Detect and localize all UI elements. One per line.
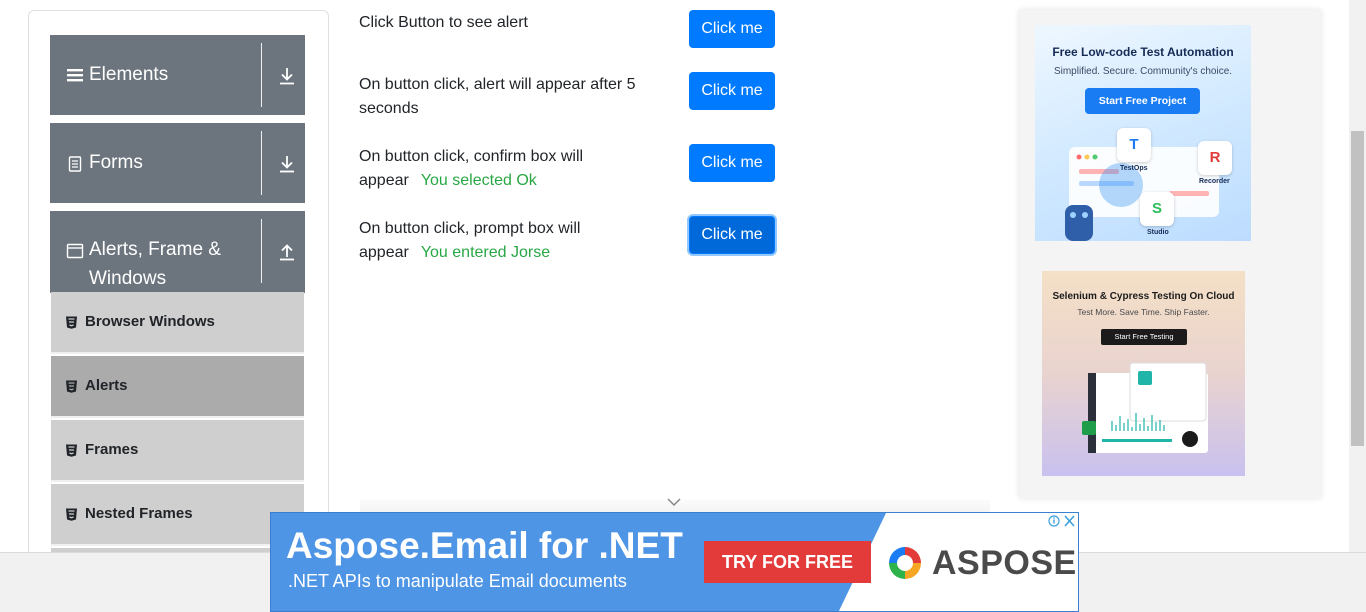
chevron-down-icon[interactable] [667, 497, 681, 507]
recorder-tile: R [1198, 141, 1232, 175]
prompt-result: You entered Jorse [420, 244, 551, 261]
sidebar-card: Elements Forms Alerts, Frame & Windows B… [28, 10, 329, 570]
prompt-button[interactable]: Click me [689, 216, 775, 254]
row-text-line: appear [359, 172, 409, 189]
upload-arrow-icon[interactable] [277, 242, 297, 262]
lambdatest-ad[interactable]: Selenium & Cypress Testing On Cloud Test… [1042, 271, 1245, 476]
html5-icon [66, 316, 77, 329]
row-text-line: On button click, confirm box will [359, 148, 584, 165]
group-divider [261, 43, 262, 107]
row-text-line: On button click, alert will appear after… [359, 76, 636, 93]
html5-icon [66, 380, 77, 393]
sidebar-group-label: Alerts, Frame & [89, 239, 221, 260]
row-text-line: appear [359, 244, 409, 261]
katalon-ad[interactable]: Free Low-code Test Automation Simplified… [1035, 25, 1251, 241]
aspose-logo-icon [889, 547, 921, 579]
confirm-result: You selected Ok [420, 172, 537, 189]
banner-cta-button[interactable]: TRY FOR FREE [704, 541, 871, 583]
download-arrow-icon[interactable] [277, 66, 297, 86]
group-divider [261, 131, 262, 195]
sidebar-item-label: Frames [85, 441, 139, 458]
testops-tile: T [1117, 128, 1151, 162]
confirm-button[interactable]: Click me [689, 144, 775, 182]
prompt-row-text: On button click, prompt box will appear Y… [359, 217, 659, 265]
sidebar-item-nested-frames[interactable]: Nested Frames [51, 484, 304, 546]
sidebar-group-elements[interactable]: Elements [50, 35, 305, 115]
alert-button[interactable]: Click me [689, 10, 775, 48]
ad-subtitle: Simplified. Secure. Community's choice. [1053, 66, 1233, 77]
confirm-row-text: On button click, confirm box will appear… [359, 145, 659, 193]
ad-cta-button[interactable]: Start Free Testing [1101, 329, 1187, 345]
sidebar-group-label: Windows [89, 268, 167, 289]
sidebar-item-label: Nested Frames [85, 505, 193, 522]
tile-label: Recorder [1199, 178, 1230, 185]
dashboard-screens-illustration [1082, 362, 1208, 453]
alert-row-text: Click Button to see alert [359, 14, 528, 31]
html5-icon [66, 508, 77, 521]
sidebar-group-alerts-frame-windows[interactable]: Alerts, Frame & Windows [50, 211, 305, 293]
window-icon [66, 243, 84, 259]
group-divider [261, 219, 262, 283]
banner-brand: ASPOSE [932, 544, 1077, 582]
ad-cta-button[interactable]: Start Free Project [1085, 88, 1200, 114]
download-arrow-icon[interactable] [277, 154, 297, 174]
tile-label: Studio [1147, 229, 1169, 236]
sidebar-group-label: Forms [89, 152, 143, 173]
timer-alert-button[interactable]: Click me [689, 72, 775, 110]
vertical-scrollbar[interactable] [1349, 0, 1366, 552]
row-text-line: On button click, prompt box will [359, 220, 581, 237]
sidebar-item-alerts[interactable]: Alerts [51, 356, 304, 418]
sidebar-item-browser-windows[interactable]: Browser Windows [51, 292, 304, 354]
document-icon [68, 156, 82, 172]
ad-subtitle: Test More. Save Time. Ship Faster. [1077, 307, 1210, 317]
sidebar-item-label: Alerts [85, 377, 128, 394]
html5-icon [66, 444, 77, 457]
page: Elements Forms Alerts, Frame & Windows B… [0, 0, 1366, 612]
sidebar-group-label: Elements [89, 64, 169, 85]
tile-label: TestOps [1120, 165, 1148, 172]
sidebar-item-frames[interactable]: Frames [51, 420, 304, 482]
timer-alert-row-text: On button click, alert will appear after… [359, 73, 659, 121]
sidebar-group-forms[interactable]: Forms [50, 123, 305, 203]
scrollbar-thumb[interactable] [1351, 131, 1364, 446]
row-text-line: seconds [359, 100, 419, 117]
studio-tile: S [1140, 192, 1174, 226]
banner-title: Aspose.Email for .NET [286, 525, 683, 566]
adchoices-close-icon[interactable] [1047, 514, 1077, 528]
ad-title: Free Low-code Test Automation [1052, 45, 1234, 59]
hamburger-icon [67, 69, 83, 82]
sidebar-item-label: Browser Windows [85, 313, 215, 330]
banner-subtitle: .NET APIs to manipulate Email documents [288, 571, 627, 591]
ad-title: Selenium & Cypress Testing On Cloud [1052, 291, 1235, 302]
aspose-banner-ad[interactable]: Aspose.Email for .NET .NET APIs to manip… [270, 512, 1079, 612]
